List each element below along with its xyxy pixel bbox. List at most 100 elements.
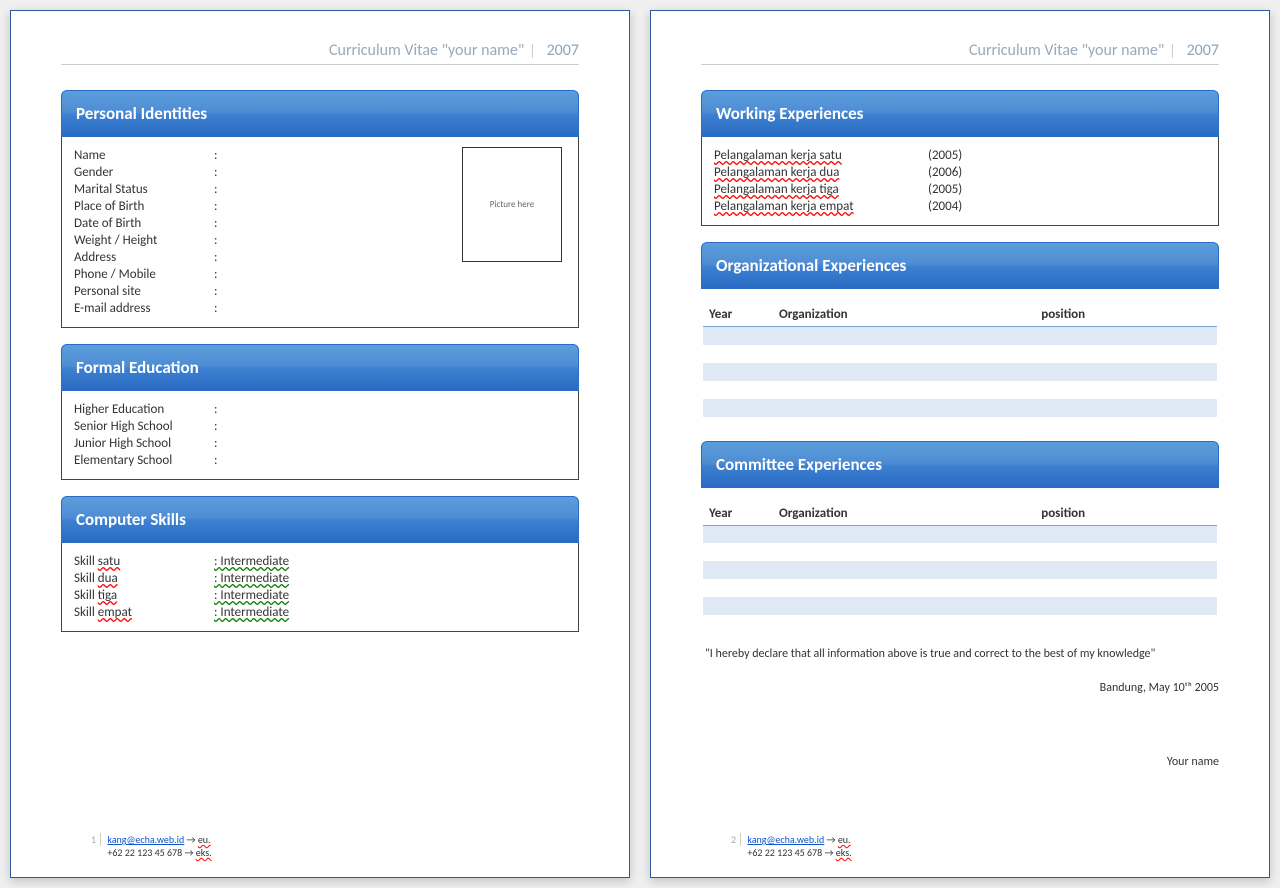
colon: : <box>214 199 226 214</box>
page-header: Curriculum Vitae "your name" 2007 <box>701 41 1219 65</box>
section-header-education: Formal Education <box>61 344 579 391</box>
org-table: Year Organization position <box>703 303 1217 417</box>
skill-level: : Intermediate <box>214 571 566 586</box>
section-body-education: Higher Education: Senior High School: Ju… <box>61 391 579 480</box>
field-label: E-mail address <box>74 301 214 316</box>
colon: : <box>214 267 226 282</box>
arrow-icon: → <box>184 846 193 859</box>
table-row <box>703 543 1217 561</box>
field-label: Elementary School <box>74 453 214 468</box>
table-row <box>703 579 1217 597</box>
colon: : <box>214 453 226 468</box>
work-item: Pelangalaman kerja tiga <box>714 182 914 197</box>
work-year: (2004) <box>928 199 962 214</box>
field-row: Phone / Mobile: <box>74 266 566 283</box>
col-pos: position <box>1035 303 1217 327</box>
document-page-2: Curriculum Vitae "your name" 2007 Workin… <box>650 10 1270 878</box>
section-body-committee: Year Organization position <box>701 488 1219 624</box>
skill-name: Skill tiga <box>74 588 214 603</box>
colon: : <box>214 284 226 299</box>
skill-name: Skill dua <box>74 571 214 586</box>
work-item: Pelangalaman kerja empat <box>714 199 914 214</box>
colon: : <box>214 233 226 248</box>
arrow-icon: → <box>824 846 833 859</box>
page-footer: 1 kang@echa.web.id → eu. 0 +62 22 123 45… <box>91 833 212 859</box>
committee-table: Year Organization position <box>703 502 1217 616</box>
declaration-text: "I hereby declare that all information a… <box>701 647 1219 661</box>
signature-date: Bandung, May 10ᵗʰ 2005 <box>701 681 1219 695</box>
photo-placeholder: Picture here <box>462 147 562 262</box>
field-row: Personal site: <box>74 283 566 300</box>
header-year: 2007 <box>547 41 579 60</box>
work-item: Pelangalaman kerja dua <box>714 165 914 180</box>
field-label: Higher Education <box>74 402 214 417</box>
colon: : <box>214 250 226 265</box>
footer-text: eks. <box>196 846 212 859</box>
signature-name: Your name <box>701 755 1219 769</box>
footer-email: kang@echa.web.id <box>107 833 184 846</box>
footer-email: kang@echa.web.id <box>747 833 824 846</box>
skill-name: Skill satu <box>74 554 214 569</box>
table-row <box>703 597 1217 615</box>
table-header-row: Year Organization position <box>703 502 1217 526</box>
field-row: E-mail address: <box>74 300 566 317</box>
colon: : <box>214 402 226 417</box>
page-number: 1 <box>91 833 101 846</box>
section-header-personal: Personal Identities <box>61 90 579 137</box>
field-label: Weight / Height <box>74 233 214 248</box>
work-row: Pelangalaman kerja tiga (2005) <box>714 181 1206 198</box>
field-label: Phone / Mobile <box>74 267 214 282</box>
table-row <box>703 363 1217 381</box>
page-footer: 2 kang@echa.web.id → eu. 0 +62 22 123 45… <box>731 833 852 859</box>
work-year: (2005) <box>928 182 962 197</box>
table-row <box>703 345 1217 363</box>
field-row: Elementary School: <box>74 452 566 469</box>
field-label: Personal site <box>74 284 214 299</box>
footer-phone: +62 22 123 45 678 <box>107 846 182 859</box>
footer-phone: +62 22 123 45 678 <box>747 846 822 859</box>
work-year: (2005) <box>928 148 962 163</box>
work-year: (2006) <box>928 165 962 180</box>
colon: : <box>214 301 226 316</box>
colon: : <box>214 216 226 231</box>
field-label: Address <box>74 250 214 265</box>
field-label: Place of Birth <box>74 199 214 214</box>
skill-row: Skill tiga : Intermediate <box>74 587 566 604</box>
work-row: Pelangalaman kerja satu(2005) <box>714 147 1206 164</box>
col-pos: position <box>1035 502 1217 526</box>
header-divider <box>532 44 533 58</box>
field-label: Junior High School <box>74 436 214 451</box>
skill-row: Skill dua : Intermediate <box>74 570 566 587</box>
table-row <box>703 561 1217 579</box>
footer-text: eu. <box>838 833 851 846</box>
work-row: Pelangalaman kerja dua (2006) <box>714 164 1206 181</box>
page-number: 2 <box>731 833 741 846</box>
header-title: Curriculum Vitae "your name" <box>969 41 1164 60</box>
skill-level: : Intermediate <box>214 605 566 620</box>
section-header-skills: Computer Skills <box>61 496 579 543</box>
arrow-icon: → <box>826 833 835 846</box>
table-header-row: Year Organization position <box>703 303 1217 327</box>
header-year: 2007 <box>1187 41 1219 60</box>
field-row: Senior High School: <box>74 418 566 435</box>
field-row: Junior High School: <box>74 435 566 452</box>
arrow-icon: → <box>186 833 195 846</box>
footer-text: eu. <box>198 833 211 846</box>
section-body-personal: Picture here Name: Gender: Marital Statu… <box>61 137 579 328</box>
col-org: Organization <box>773 502 1035 526</box>
colon: : <box>214 148 226 163</box>
skill-row: Skill satu : Intermediate <box>74 553 566 570</box>
document-page-1: Curriculum Vitae "your name" 2007 Person… <box>10 10 630 878</box>
header-title: Curriculum Vitae "your name" <box>329 41 524 60</box>
field-label: Senior High School <box>74 419 214 434</box>
skill-level: : Intermediate <box>214 588 566 603</box>
col-year: Year <box>703 303 773 327</box>
colon: : <box>214 165 226 180</box>
skill-row: Skill empat : Intermediate <box>74 604 566 621</box>
col-org: Organization <box>773 303 1035 327</box>
section-body-working: Pelangalaman kerja satu(2005) Pelangalam… <box>701 137 1219 226</box>
table-row <box>703 381 1217 399</box>
field-label: Gender <box>74 165 214 180</box>
section-header-working: Working Experiences <box>701 90 1219 137</box>
colon: : <box>214 436 226 451</box>
